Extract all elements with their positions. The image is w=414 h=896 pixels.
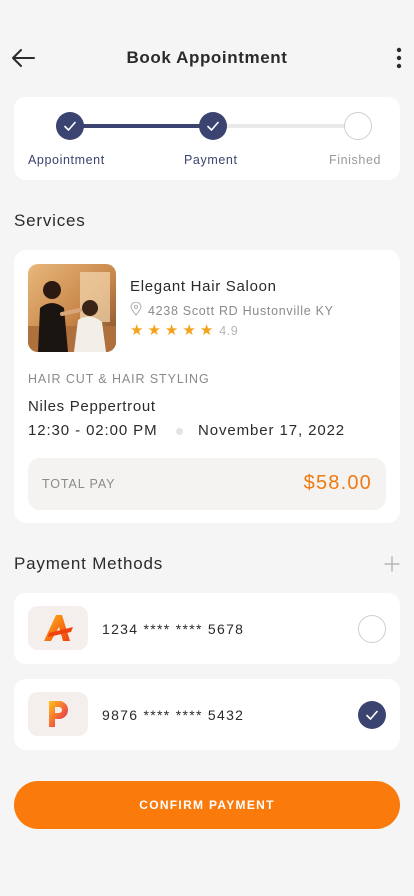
confirm-payment-button[interactable]: CONFIRM PAYMENT [14, 781, 400, 829]
step-finished-circle-icon [344, 112, 372, 140]
card-selected-check-icon[interactable] [358, 701, 386, 729]
step-label-payment: Payment [184, 153, 238, 167]
step-payment-check-icon [199, 112, 227, 140]
location-pin-icon [130, 301, 142, 319]
payment-method-card[interactable]: 9876 **** **** 5432 [14, 679, 400, 750]
step-label-finished: Finished [329, 153, 382, 167]
card-select-radio[interactable] [358, 615, 386, 643]
rating-value: 4.9 [219, 324, 239, 338]
add-payment-method-icon[interactable] [384, 556, 400, 572]
card-number: 1234 **** **** 5678 [102, 621, 245, 637]
payment-methods-heading: Payment Methods [14, 554, 164, 573]
card-number: 9876 **** **** 5432 [102, 707, 245, 723]
payment-method-card[interactable]: 1234 **** **** 5678 [14, 593, 400, 664]
stylist-name: Niles Peppertrout [28, 398, 156, 415]
salon-address-text: 4238 Scott RD Hustonville KY [148, 303, 334, 318]
star-icon: ★ [182, 322, 196, 339]
salon-rating: ★ ★ ★ ★ ★ 4.9 [130, 323, 238, 339]
card-brand-a-logo-icon [28, 606, 88, 650]
card-brand-p-logo-icon [28, 692, 88, 736]
stepper-track-pending [214, 124, 358, 128]
star-icon: ★ [164, 322, 179, 339]
stepper-track-complete [72, 124, 214, 128]
separator-dot [176, 428, 183, 435]
step-appointment-check-icon [56, 112, 84, 140]
service-summary-card: Elegant Hair Saloon 4238 Scott RD Huston… [14, 250, 400, 523]
star-icon: ★ [199, 322, 214, 339]
total-pay-amount: $58.00 [303, 472, 372, 494]
app-header: Book Appointment [0, 36, 414, 80]
appointment-time: 12:30 - 02:00 PM [28, 422, 158, 439]
progress-stepper: Appointment Payment Finished [14, 97, 400, 180]
salon-name: Elegant Hair Saloon [130, 278, 277, 295]
services-heading: Services [14, 211, 86, 230]
total-pay-label: TOTAL PAY [42, 477, 116, 491]
salon-photo [28, 264, 116, 352]
more-options-icon[interactable] [394, 46, 404, 70]
step-label-appointment: Appointment [28, 153, 105, 167]
star-icon: ★ [130, 322, 144, 339]
total-pay-box: TOTAL PAY $58.00 [28, 458, 386, 510]
salon-address: 4238 Scott RD Hustonville KY [130, 301, 334, 319]
service-type: HAIR CUT & HAIR STYLING [28, 372, 210, 386]
star-icon: ★ [147, 322, 161, 339]
appointment-date: November 17, 2022 [198, 422, 346, 439]
page-title: Book Appointment [126, 48, 288, 67]
